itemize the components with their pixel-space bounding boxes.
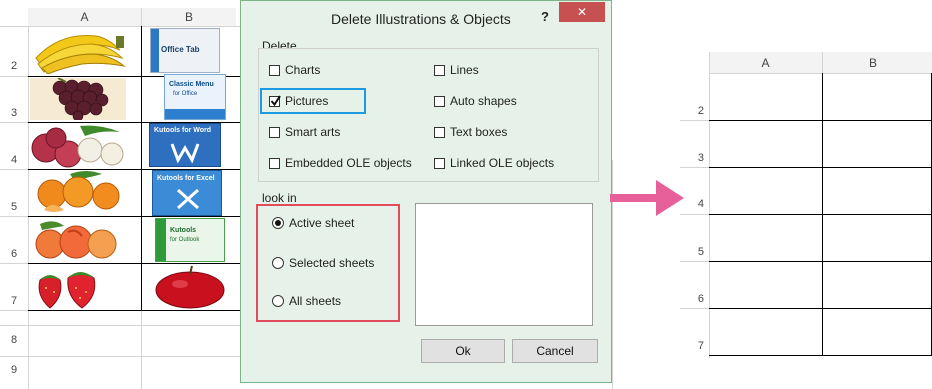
peach-image[interactable] bbox=[30, 218, 122, 262]
dialog-title: Delete Illustrations & Objects bbox=[331, 11, 511, 27]
lines-checkbox[interactable] bbox=[434, 65, 445, 76]
charts-label[interactable]: Charts bbox=[285, 63, 320, 77]
smart-arts-label[interactable]: Smart arts bbox=[285, 125, 340, 139]
close-button[interactable]: ✕ bbox=[559, 2, 605, 22]
column-header-a[interactable]: A bbox=[28, 8, 141, 26]
charts-checkbox[interactable] bbox=[269, 65, 280, 76]
row-header-9[interactable]: 9 bbox=[0, 364, 28, 376]
active-sheet-radio[interactable] bbox=[272, 217, 284, 229]
row-header-8[interactable]: 8 bbox=[0, 334, 28, 346]
sheet-list-box[interactable] bbox=[415, 203, 593, 326]
cancel-button[interactable]: Cancel bbox=[512, 339, 598, 363]
text-boxes-label[interactable]: Text boxes bbox=[450, 125, 507, 139]
text-boxes-checkbox[interactable] bbox=[434, 127, 445, 138]
look-in-label: look in bbox=[262, 191, 297, 205]
tangerine-image[interactable] bbox=[30, 170, 126, 215]
right-empty-cell-grid[interactable] bbox=[709, 73, 932, 356]
pictures-checkbox[interactable] bbox=[269, 95, 281, 107]
classic-menu-box-image[interactable]: Classic Menu for Office bbox=[164, 74, 226, 120]
selected-sheets-label[interactable]: Selected sheets bbox=[289, 256, 374, 270]
linked-ole-checkbox[interactable] bbox=[434, 158, 445, 169]
strawberry-image[interactable] bbox=[32, 266, 112, 309]
right-row-header-6[interactable]: 6 bbox=[680, 293, 704, 305]
grapes-image[interactable] bbox=[30, 78, 126, 120]
selected-sheets-radio[interactable] bbox=[272, 257, 284, 269]
active-sheet-label[interactable]: Active sheet bbox=[289, 216, 354, 230]
right-row-header-2[interactable]: 2 bbox=[680, 105, 704, 117]
right-row-header-3[interactable]: 3 bbox=[680, 152, 704, 164]
linked-ole-label[interactable]: Linked OLE objects bbox=[450, 156, 554, 170]
kutools-word-box-image[interactable]: Kutools for Word bbox=[149, 123, 221, 167]
kutools-outlook-box-image[interactable]: Kutools for Outlook bbox=[155, 218, 225, 262]
help-icon[interactable]: ? bbox=[541, 9, 549, 24]
right-row-header-7[interactable]: 7 bbox=[680, 340, 704, 352]
row-header-7[interactable]: 7 bbox=[0, 295, 28, 307]
all-sheets-label[interactable]: All sheets bbox=[289, 294, 341, 308]
row-header-6[interactable]: 6 bbox=[0, 248, 28, 260]
right-row-header-4[interactable]: 4 bbox=[680, 198, 704, 210]
row-header-4[interactable]: 4 bbox=[0, 154, 28, 166]
row-header-2[interactable]: 2 bbox=[0, 60, 28, 72]
all-sheets-radio[interactable] bbox=[272, 295, 284, 307]
right-worksheet: A B 2 3 4 5 6 7 bbox=[680, 52, 932, 364]
embedded-ole-label[interactable]: Embedded OLE objects bbox=[285, 156, 412, 170]
auto-shapes-checkbox[interactable] bbox=[434, 96, 445, 107]
pink-arrow bbox=[610, 176, 686, 220]
auto-shapes-label[interactable]: Auto shapes bbox=[450, 94, 517, 108]
ok-button[interactable]: Ok bbox=[421, 339, 505, 363]
row-header-5[interactable]: 5 bbox=[0, 201, 28, 213]
office-tab-box-image[interactable]: Office Tab bbox=[150, 28, 220, 73]
embedded-ole-checkbox[interactable] bbox=[269, 158, 280, 169]
row-header-3[interactable]: 3 bbox=[0, 107, 28, 119]
right-column-header-a[interactable]: A bbox=[709, 56, 822, 70]
lychee-image[interactable] bbox=[30, 124, 126, 168]
right-row-header-5[interactable]: 5 bbox=[680, 246, 704, 258]
kutools-excel-box-image[interactable]: Kutools for Excel bbox=[152, 170, 222, 216]
right-column-header-b[interactable]: B bbox=[823, 56, 923, 70]
banana-image[interactable] bbox=[30, 28, 128, 74]
delete-illustrations-dialog: Delete Illustrations & Objects ? ✕ Delet… bbox=[240, 0, 612, 383]
lines-label[interactable]: Lines bbox=[450, 63, 479, 77]
pictures-label[interactable]: Pictures bbox=[285, 94, 328, 108]
smart-arts-checkbox[interactable] bbox=[269, 127, 280, 138]
column-header-b[interactable]: B bbox=[142, 8, 236, 26]
apple-image[interactable] bbox=[150, 264, 230, 309]
